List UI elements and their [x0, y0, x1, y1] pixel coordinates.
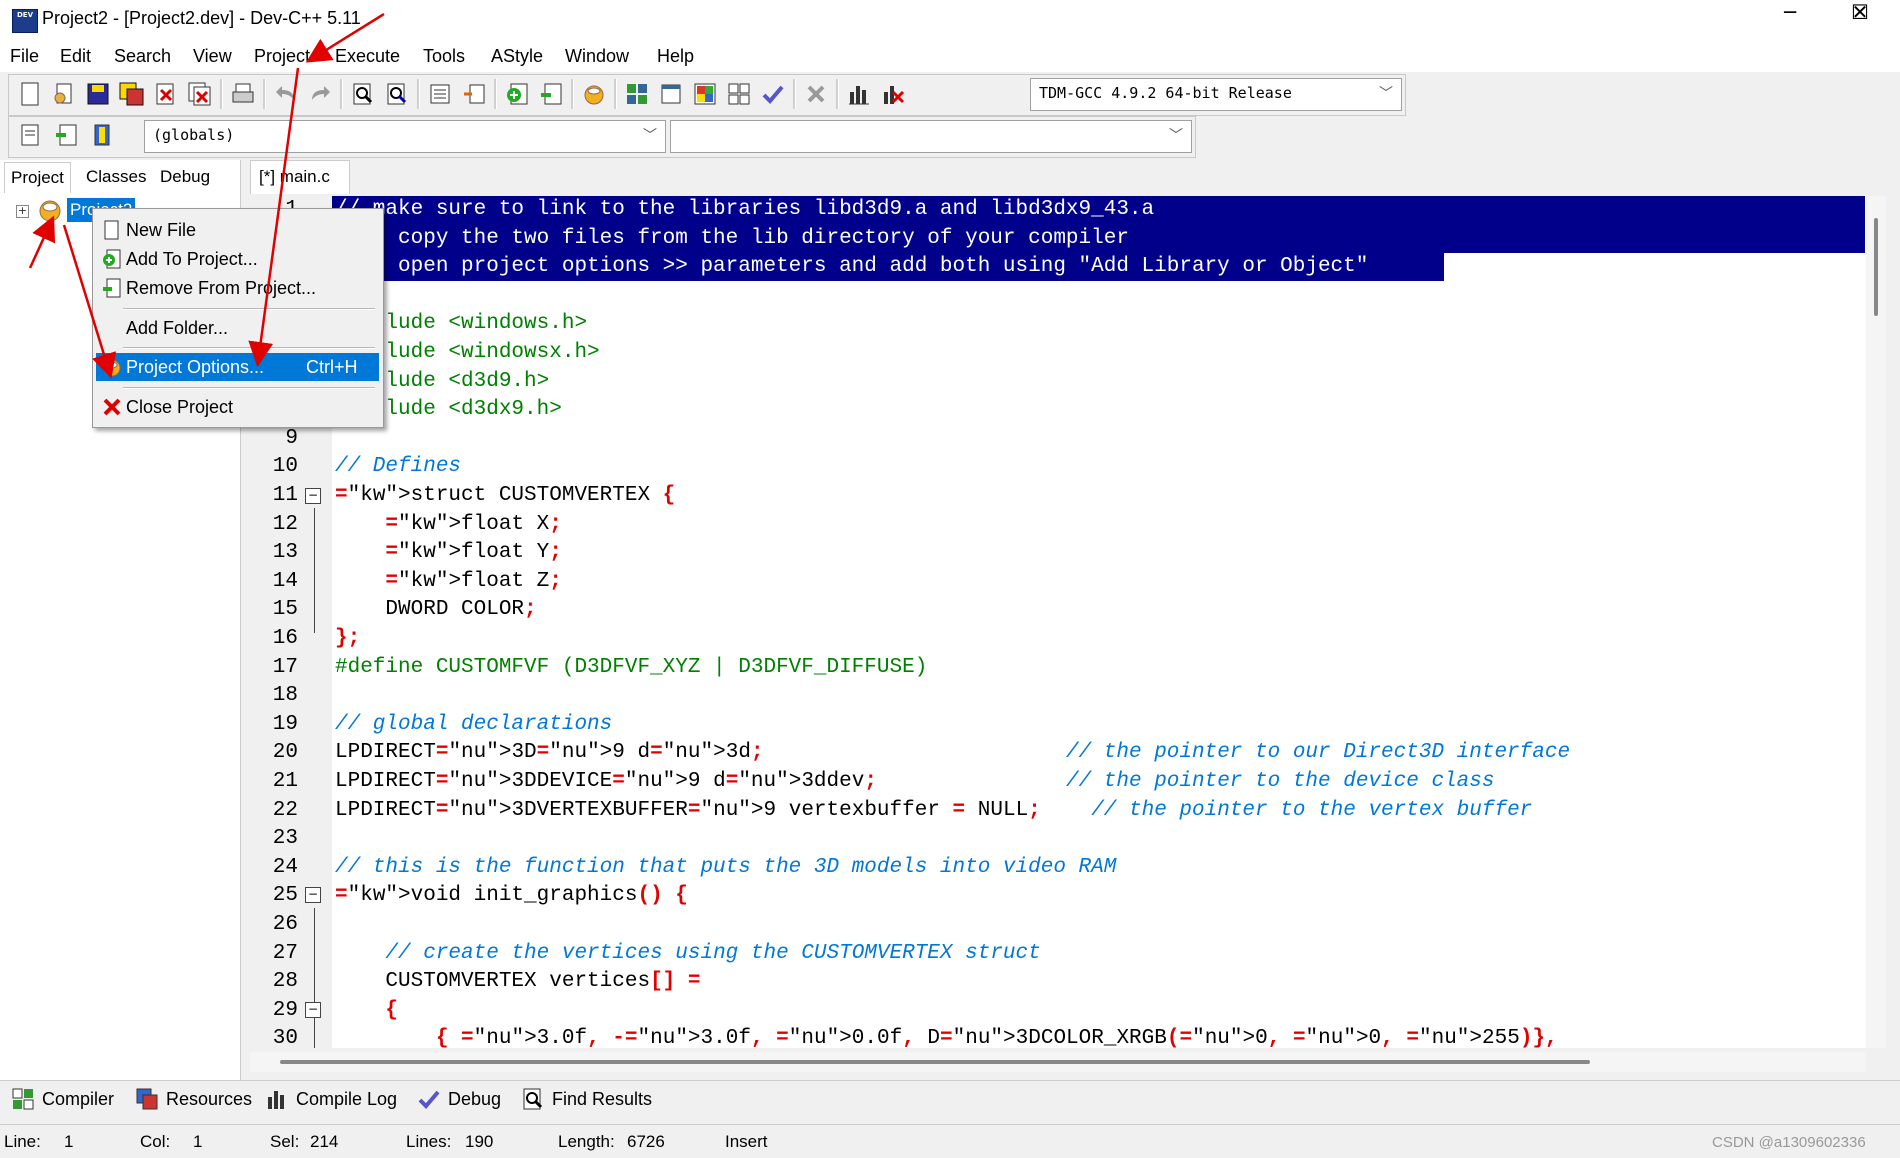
annotation-arrow — [305, 12, 385, 63]
status-lines-value: 190 — [465, 1132, 494, 1151]
annotation-arrows — [28, 12, 385, 379]
status-col-value: 1 — [193, 1132, 203, 1151]
tab-compiler[interactable]: Compiler — [12, 1088, 114, 1110]
compile-log-icon — [268, 1091, 284, 1109]
status-mode: Insert — [725, 1132, 768, 1151]
tab-compile-log[interactable]: Compile Log — [266, 1088, 397, 1110]
compiler-icon — [12, 1088, 34, 1110]
resources-icon — [136, 1088, 158, 1110]
status-col-label: Col: — [140, 1132, 171, 1151]
status-lines-label: Lines: — [406, 1132, 452, 1151]
annotation-arrow — [62, 224, 117, 379]
find-results-icon — [523, 1088, 543, 1110]
tab-find-results[interactable]: Find Results — [522, 1088, 652, 1110]
status-sel-value: 214 — [310, 1132, 339, 1151]
status-sel-label: Sel: — [270, 1132, 300, 1151]
tab-label: Resources — [166, 1088, 253, 1109]
debug-check-icon — [418, 1090, 440, 1109]
watermark: CSDN @a1309602336 — [1712, 1134, 1866, 1151]
annotation-arrow — [248, 67, 300, 367]
tab-label: Debug — [448, 1088, 502, 1109]
tab-label: Compiler — [42, 1088, 115, 1109]
tab-resources[interactable]: Resources — [136, 1088, 252, 1110]
tab-debug-output[interactable]: Debug — [418, 1088, 501, 1110]
tab-label: Find Results — [552, 1088, 653, 1109]
status-line-value: 1 — [64, 1132, 74, 1151]
status-line-label: Line: — [4, 1132, 41, 1151]
annotation-arrow — [28, 215, 56, 269]
status-length-value: 6726 — [627, 1132, 665, 1151]
status-length-label: Length: — [558, 1132, 615, 1151]
tab-label: Compile Log — [296, 1088, 398, 1109]
